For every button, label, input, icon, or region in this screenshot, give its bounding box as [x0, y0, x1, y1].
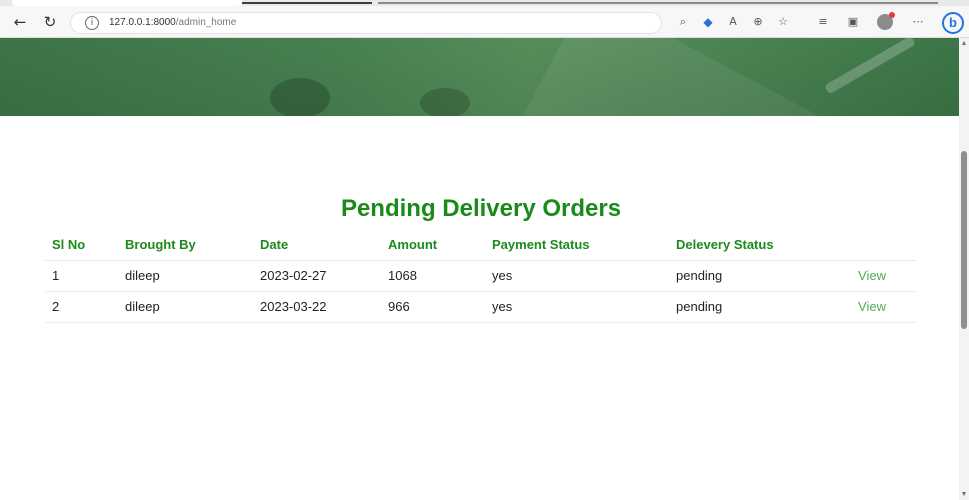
table-header-row: Sl No Brought By Date Amount Payment Sta… [45, 230, 916, 261]
collections-icon[interactable]: ▣ [845, 14, 861, 30]
column-header-action [829, 230, 916, 261]
zoom-icon[interactable]: ⊕ [750, 14, 766, 30]
column-header-date: Date [253, 230, 381, 261]
cell-amount: 1068 [381, 260, 485, 292]
profile-avatar[interactable] [877, 12, 895, 30]
browser-toolbar: ← ↻ i 127.0.0.1:8000/admin_home ⌕ ◆ A ⊕ … [0, 0, 969, 38]
cell-amount: 966 [381, 291, 485, 323]
cell-delivery-status: pending [669, 260, 829, 292]
column-header-sl-no: Sl No [45, 230, 118, 261]
view-link[interactable]: View [829, 260, 916, 292]
column-header-payment-status: Payment Status [485, 230, 669, 261]
scroll-thumb[interactable] [961, 151, 967, 329]
read-aloud-icon[interactable]: A [725, 14, 741, 30]
cell-payment-status: yes [485, 291, 669, 323]
scroll-up-arrow-icon[interactable]: ▲ [959, 40, 969, 47]
info-icon[interactable]: i [85, 16, 99, 30]
address-bar[interactable]: i 127.0.0.1:8000/admin_home [70, 12, 662, 34]
page-title: Pending Delivery Orders [340, 195, 622, 222]
header-banner [0, 38, 959, 116]
url-host: 127.0.0.1:8000 [109, 17, 176, 28]
favorites-icon[interactable]: ≡ [815, 14, 831, 30]
more-icon[interactable]: ⋯ [910, 14, 926, 30]
cell-brought-by: dileep [118, 291, 253, 323]
cell-date: 2023-03-22 [253, 291, 381, 323]
cell-date: 2023-02-27 [253, 260, 381, 292]
cell-delivery-status: pending [669, 291, 829, 323]
active-tab[interactable] [12, 0, 242, 6]
column-header-delivery-status: Delevery Status [669, 230, 829, 261]
favorite-add-icon[interactable]: ☆ [775, 14, 791, 30]
orders-table: Sl No Brought By Date Amount Payment Sta… [45, 230, 916, 323]
tab-divider [378, 2, 938, 4]
reload-icon[interactable]: ↻ [40, 12, 60, 32]
scroll-down-arrow-icon[interactable]: ▼ [959, 491, 969, 498]
table-row: 1 dileep 2023-02-27 1068 yes pending Vie… [45, 260, 916, 292]
url-path: /admin_home [175, 17, 237, 28]
page-scrollbar[interactable]: ▲ ▼ [959, 38, 969, 500]
back-icon[interactable]: ← [10, 12, 30, 32]
table-row: 2 dileep 2023-03-22 966 yes pending View [45, 291, 916, 323]
banner-overlay [0, 38, 959, 116]
tag-icon[interactable]: ◆ [700, 14, 716, 30]
tab-divider [242, 2, 372, 4]
tab-strip [0, 0, 969, 6]
column-header-amount: Amount [381, 230, 485, 261]
cell-sl-no: 2 [45, 291, 118, 323]
view-link[interactable]: View [829, 291, 916, 323]
search-icon[interactable]: ⌕ [675, 14, 691, 30]
cell-brought-by: dileep [118, 260, 253, 292]
bing-icon[interactable]: b [942, 12, 964, 34]
column-header-brought-by: Brought By [118, 230, 253, 261]
url-text[interactable]: 127.0.0.1:8000/admin_home [109, 17, 236, 28]
cell-payment-status: yes [485, 260, 669, 292]
cell-sl-no: 1 [45, 260, 118, 292]
